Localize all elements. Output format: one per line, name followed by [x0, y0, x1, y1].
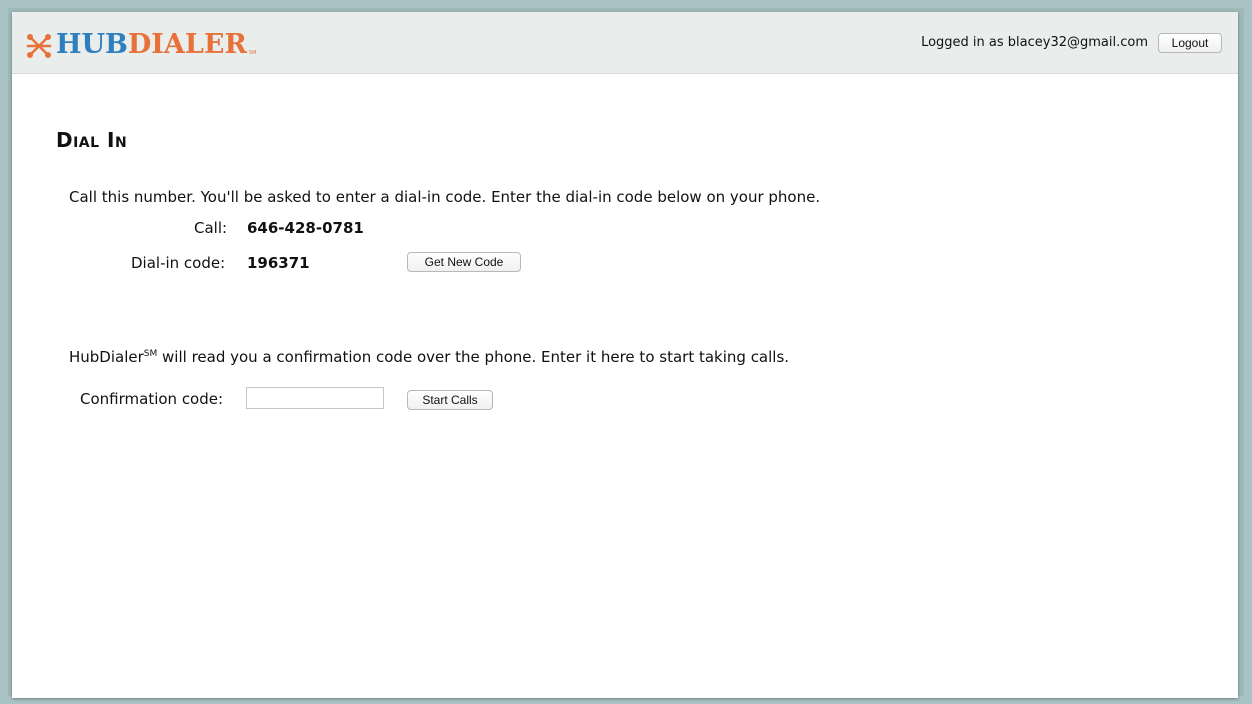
- start-calls-button[interactable]: Start Calls: [407, 390, 493, 410]
- page-card: HUB DIALER SM Logged in as blacey32@gmai…: [12, 12, 1238, 698]
- confirmation-code-input[interactable]: [246, 387, 384, 409]
- dial-in-code-value: 196371: [247, 254, 310, 272]
- confirmation-code-label: Confirmation code:: [80, 390, 224, 408]
- logo-sm-mark: SM: [248, 50, 257, 56]
- page-title: Dial In: [56, 128, 128, 152]
- dial-in-instructions: Call this number. You'll be asked to ent…: [69, 188, 821, 206]
- logo-dialer-text: DIALER: [127, 29, 247, 60]
- logo-hub-text: HUB: [56, 29, 128, 60]
- logged-in-user: Logged in as blacey32@gmail.com: [921, 35, 1148, 50]
- confirm-text: will read you a confirmation code over t…: [157, 348, 790, 366]
- hub-network-icon: [26, 32, 52, 60]
- header-bar: HUB DIALER SM Logged in as blacey32@gmai…: [12, 12, 1238, 74]
- logout-button[interactable]: Logout: [1158, 33, 1222, 53]
- get-new-code-button[interactable]: Get New Code: [407, 252, 521, 272]
- confirm-brand: HubDialer: [69, 348, 144, 366]
- hubdialer-logo[interactable]: HUB DIALER SM: [26, 30, 256, 60]
- dial-in-code-label: Dial-in code:: [131, 254, 226, 272]
- call-label: Call:: [194, 219, 228, 237]
- call-number: 646-428-0781: [247, 219, 364, 237]
- confirmation-instructions: HubDialerSM will read you a confirmation…: [69, 348, 789, 366]
- confirm-brand-sm: SM: [143, 349, 158, 359]
